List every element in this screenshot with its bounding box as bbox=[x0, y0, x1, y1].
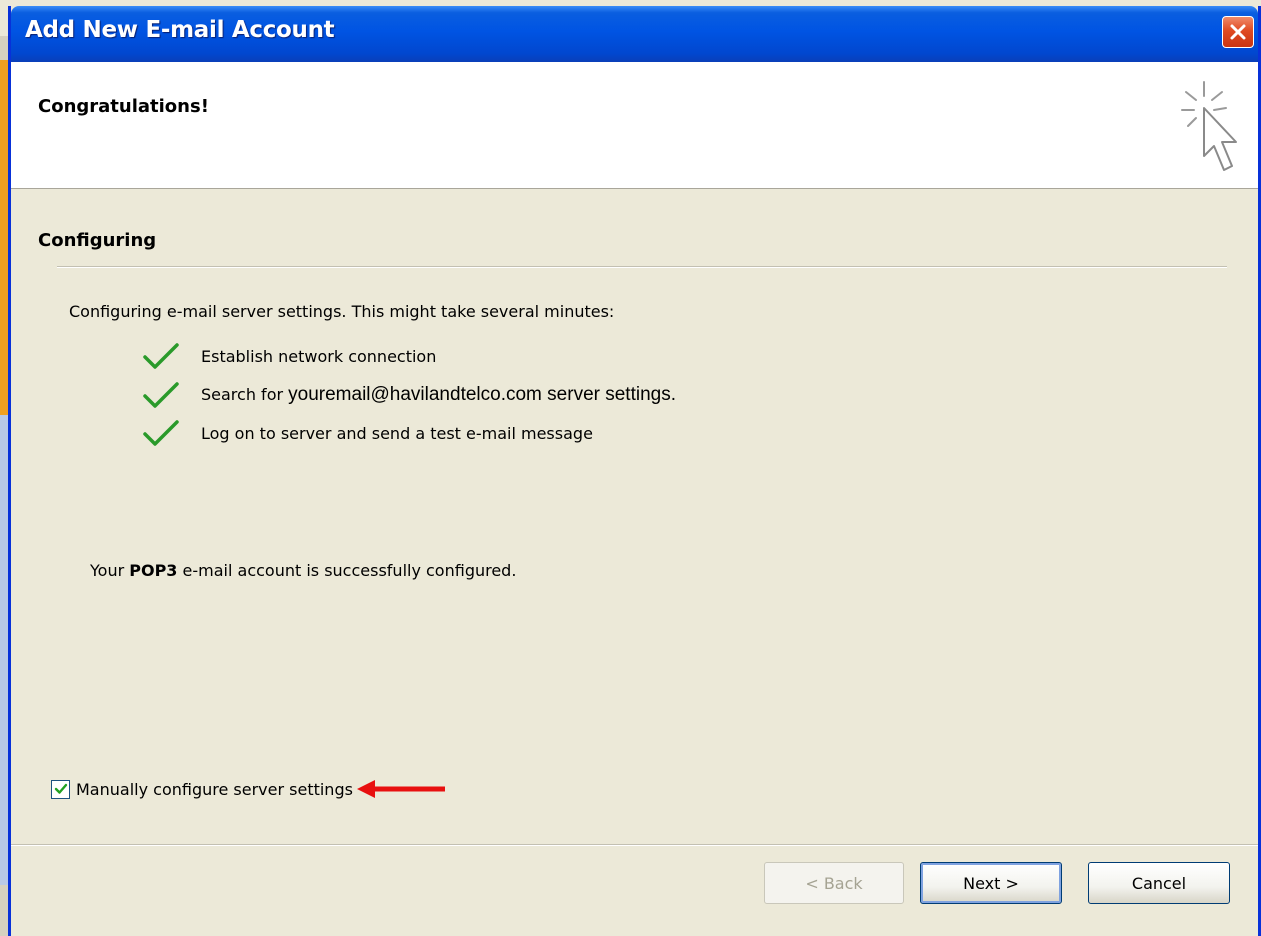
next-button[interactable]: Next > bbox=[920, 862, 1062, 904]
background-accent bbox=[0, 60, 8, 415]
success-message: Your POP3 e-mail account is successfully… bbox=[90, 561, 516, 580]
background-accent-blue bbox=[0, 415, 8, 885]
close-icon bbox=[1230, 24, 1246, 40]
step-item: Search for youremail@havilandtelco.com s… bbox=[141, 380, 676, 410]
step-label-prefix: Search for bbox=[201, 385, 289, 404]
title-bar[interactable]: Add New E-mail Account bbox=[11, 6, 1258, 62]
step-label-suffix: server settings. bbox=[541, 384, 676, 405]
email-address: youremail@havilandtelco.com bbox=[288, 384, 542, 405]
step-item: Log on to server and send a test e-mail … bbox=[141, 418, 593, 448]
manual-config-label[interactable]: Manually configure server settings bbox=[76, 780, 353, 799]
step-label: Log on to server and send a test e-mail … bbox=[201, 423, 593, 443]
intro-text: Configuring e-mail server settings. This… bbox=[69, 302, 615, 321]
section-divider bbox=[57, 266, 1227, 268]
window-title: Add New E-mail Account bbox=[25, 17, 335, 43]
background-strip bbox=[0, 36, 8, 936]
red-arrow-left-icon bbox=[356, 780, 445, 798]
checkmark-icon bbox=[143, 343, 179, 369]
cancel-button[interactable]: Cancel bbox=[1088, 862, 1230, 904]
add-email-account-dialog: Add New E-mail Account Congratulations! … bbox=[8, 6, 1261, 936]
footer-divider bbox=[11, 844, 1258, 846]
success-suffix: e-mail account is successfully configure… bbox=[177, 561, 517, 580]
header-title: Congratulations! bbox=[38, 96, 209, 117]
step-item: Establish network connection bbox=[141, 341, 436, 371]
checkbox-check-icon bbox=[54, 783, 67, 794]
wizard-header: Congratulations! bbox=[11, 62, 1258, 189]
step-label: Establish network connection bbox=[201, 346, 437, 366]
checkmark-icon bbox=[143, 420, 179, 446]
manual-config-row[interactable]: Manually configure server settings bbox=[51, 777, 447, 801]
success-prefix: Your bbox=[90, 561, 130, 580]
step-label: Search for youremail@havilandtelco.com s… bbox=[201, 384, 676, 406]
section-title: Configuring bbox=[38, 230, 157, 251]
protocol-name: POP3 bbox=[129, 561, 178, 580]
checkmark-icon bbox=[143, 382, 179, 408]
back-button[interactable]: < Back bbox=[764, 862, 904, 904]
close-button[interactable] bbox=[1222, 16, 1254, 48]
manual-config-checkbox[interactable] bbox=[51, 779, 70, 799]
sparkle-cursor-icon bbox=[1181, 81, 1237, 171]
